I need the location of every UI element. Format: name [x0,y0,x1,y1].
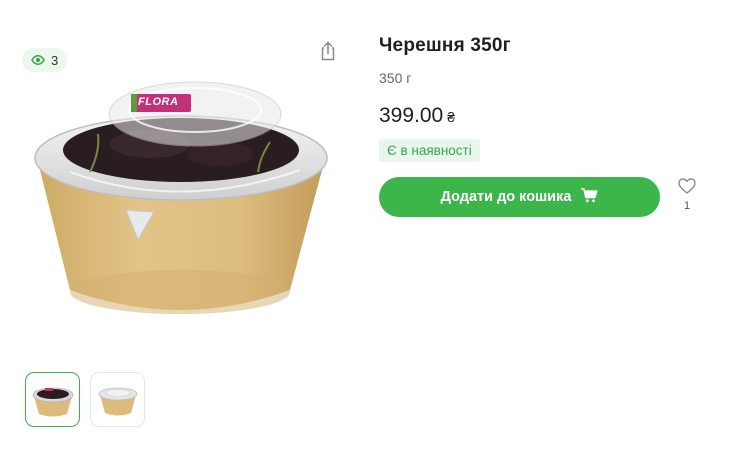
stock-status-badge: Є в наявності [379,139,480,162]
product-price: 399.00 ₴ [379,104,455,128]
thumbnail-list [25,372,145,427]
product-weight: 350 г [379,70,412,86]
thumbnail-1[interactable] [25,372,80,427]
product-main-image[interactable] [30,62,330,322]
cart-icon [581,187,599,207]
currency-symbol: ₴ [447,109,456,125]
favorite-button[interactable]: 1 [674,178,700,212]
thumbnail-2[interactable] [90,372,145,427]
product-page: 3 Черешня 350г 350 г 399.00 ₴ Є в наявно… [0,0,736,450]
favorites-count: 1 [683,200,691,212]
heart-icon [678,178,696,198]
product-title: Черешня 350г [379,35,511,56]
price-value: 399.00 [379,104,444,127]
add-to-cart-button[interactable]: Додати до кошика [379,177,660,217]
add-to-cart-label: Додати до кошика [440,189,572,205]
